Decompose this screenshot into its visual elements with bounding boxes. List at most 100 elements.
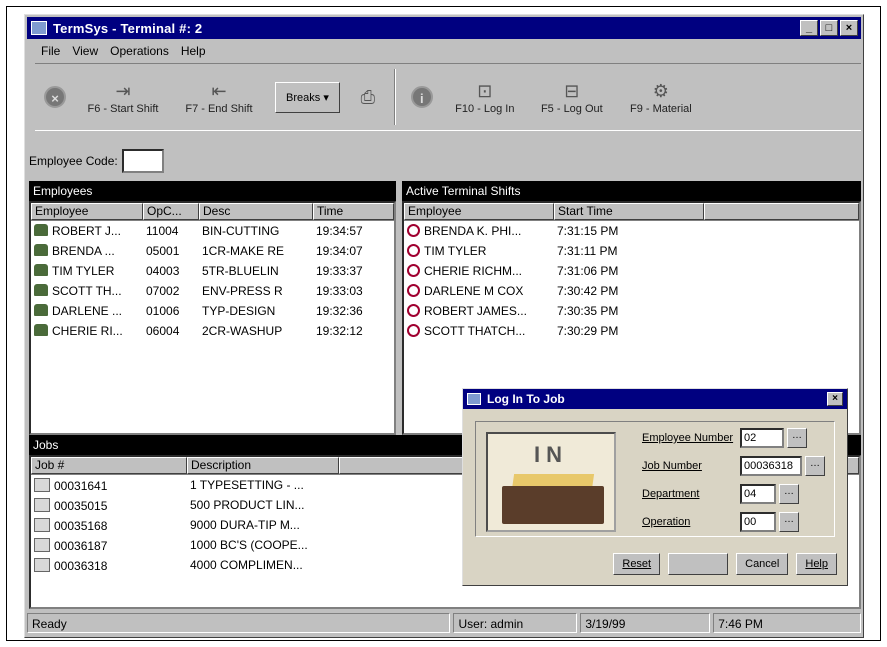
cell: BRENDA K. PHI... (424, 224, 522, 238)
end-shift-button[interactable]: ⇤ F7 - End Shift (171, 67, 267, 127)
log-in-button[interactable]: ⊡ F10 - Log In (442, 67, 528, 127)
cell: 00035168 (54, 518, 108, 533)
employees-list[interactable]: Employee OpC... Desc Time ROBERT J... 11… (29, 201, 396, 435)
job-number-input[interactable]: 00036318 (740, 456, 802, 476)
employee-icon (34, 224, 48, 236)
menu-view[interactable]: View (72, 44, 98, 58)
job-icon (34, 557, 50, 572)
table-row[interactable]: DARLENE ... 01006 TYP-DESIGN 19:32:36 (31, 301, 394, 321)
col-job-number[interactable]: Job # (31, 457, 187, 474)
col-start-time[interactable]: Start Time (554, 203, 704, 220)
job-icon (34, 477, 50, 492)
minimize-button[interactable]: _ (800, 20, 818, 36)
department-field: Department 04 … (642, 484, 799, 504)
table-row[interactable]: SCOTT TH... 07002 ENV-PRESS R 19:33:03 (31, 281, 394, 301)
cell: 9000 DURA-TIP M... (190, 518, 300, 532)
employee-number-browse-button[interactable]: … (787, 428, 807, 448)
cell: ROBERT J... (52, 224, 121, 238)
employee-icon (34, 284, 48, 296)
dialog-app-icon (467, 393, 481, 405)
maximize-button[interactable]: □ (820, 20, 838, 36)
employee-icon (34, 244, 48, 256)
employee-icon (34, 264, 48, 276)
status-ready: Ready (27, 613, 451, 633)
cell: 1000 BC'S (COOPE... (190, 538, 308, 552)
col-shift-employee[interactable]: Employee (404, 203, 554, 220)
table-row[interactable]: SCOTT THATCH... 7:30:29 PM (404, 321, 859, 341)
col-opcode[interactable]: OpC... (143, 203, 199, 220)
info-icon: i (410, 86, 433, 108)
job-number-field: Job Number 00036318 … (642, 456, 825, 476)
col-desc[interactable]: Desc (199, 203, 313, 220)
title-bar: TermSys - Terminal #: 2 _ □ × (27, 17, 861, 39)
menu-file[interactable]: File (41, 44, 60, 58)
dialog-title: Log In To Job (487, 392, 565, 406)
table-row[interactable]: DARLENE M COX 7:30:42 PM (404, 281, 859, 301)
department-label: Department (642, 488, 700, 500)
cell: TIM TYLER (52, 264, 115, 278)
reset-button[interactable]: Reset (613, 553, 661, 575)
employee-number-input[interactable]: 02 (740, 428, 784, 448)
log-in-label: F10 - Log In (455, 103, 515, 115)
cell: 7:31:15 PM (557, 224, 619, 238)
job-number-browse-button[interactable]: … (805, 456, 825, 476)
dialog-title-bar: Log In To Job (463, 389, 847, 409)
status-time: 7:46 PM (713, 613, 862, 633)
printer-icon: ⎙ (360, 87, 376, 107)
dialog-body: IN Employee Number 02 … Job Number 00036… (475, 421, 835, 537)
breaks-label: Breaks (286, 91, 321, 104)
stop-button[interactable]: × (35, 67, 75, 127)
employee-icon (34, 304, 48, 316)
breaks-dropdown[interactable]: Breaks ▾ (275, 81, 340, 113)
table-row[interactable]: TIM TYLER 7:31:11 PM (404, 241, 859, 261)
menu-help[interactable]: Help (181, 44, 206, 58)
info-button[interactable]: i (402, 67, 442, 127)
material-button[interactable]: ⚙ F9 - Material (616, 67, 706, 127)
cell: 7:31:06 PM (557, 264, 619, 278)
operation-label: Operation (642, 516, 691, 528)
job-icon (34, 497, 50, 512)
status-date: 3/19/99 (580, 613, 711, 633)
table-row[interactable]: CHERIE RICHM... 7:31:06 PM (404, 261, 859, 281)
cell: 01006 (146, 304, 180, 318)
cell: 19:32:12 (316, 324, 363, 338)
close-button[interactable]: × (840, 20, 858, 36)
log-out-icon: ⊟ (564, 81, 580, 101)
window-title: TermSys - Terminal #: 2 (53, 20, 203, 36)
login-dialog: Log In To Job × IN Employee Number 02 … … (462, 388, 848, 586)
start-shift-button[interactable]: ⇥ F6 - Start Shift (75, 67, 171, 127)
ok-button[interactable] (668, 553, 729, 575)
cancel-button[interactable]: Cancel (736, 553, 789, 575)
operation-browse-button[interactable]: … (779, 512, 799, 532)
cell: 00031641 (54, 478, 108, 493)
log-out-button[interactable]: ⊟ F5 - Log Out (528, 67, 616, 127)
table-row[interactable]: ROBERT J... 11004 BIN-CUTTING 19:34:57 (31, 221, 394, 241)
dialog-close-button[interactable]: × (827, 392, 843, 406)
dialog-buttons: Reset Cancel Help (613, 553, 837, 575)
operation-input[interactable]: 00 (740, 512, 776, 532)
col-employee[interactable]: Employee (31, 203, 143, 220)
help-button[interactable]: Help (796, 553, 837, 575)
table-row[interactable]: BRENDA ... 05001 1CR-MAKE RE 19:34:07 (31, 241, 394, 261)
material-icon: ⚙ (652, 81, 669, 101)
employee-code-label: Employee Code: (29, 154, 118, 168)
col-time[interactable]: Time (313, 203, 394, 220)
cell: 11004 (146, 224, 179, 238)
table-row[interactable]: TIM TYLER 04003 5TR-BLUELIN 19:33:37 (31, 261, 394, 281)
table-row[interactable]: CHERIE RI... 06004 2CR-WASHUP 19:32:12 (31, 321, 394, 341)
end-shift-label: F7 - End Shift (185, 103, 253, 115)
cell: 19:34:07 (316, 244, 363, 258)
table-row[interactable]: BRENDA K. PHI... 7:31:15 PM (404, 221, 859, 241)
department-browse-button[interactable]: … (779, 484, 799, 504)
table-row[interactable]: ROBERT JAMES... 7:30:35 PM (404, 301, 859, 321)
cell: 00035015 (54, 498, 108, 513)
employee-code-input[interactable] (121, 149, 164, 173)
job-number-label: Job Number (642, 460, 702, 472)
tray-graphic (502, 486, 604, 524)
menu-operations[interactable]: Operations (110, 44, 169, 58)
menu-bar: File View Operations Help (27, 41, 861, 61)
col-description[interactable]: Description (187, 457, 339, 474)
material-label: F9 - Material (629, 103, 692, 115)
print-button[interactable]: ⎙ (348, 67, 388, 127)
department-input[interactable]: 04 (740, 484, 776, 504)
